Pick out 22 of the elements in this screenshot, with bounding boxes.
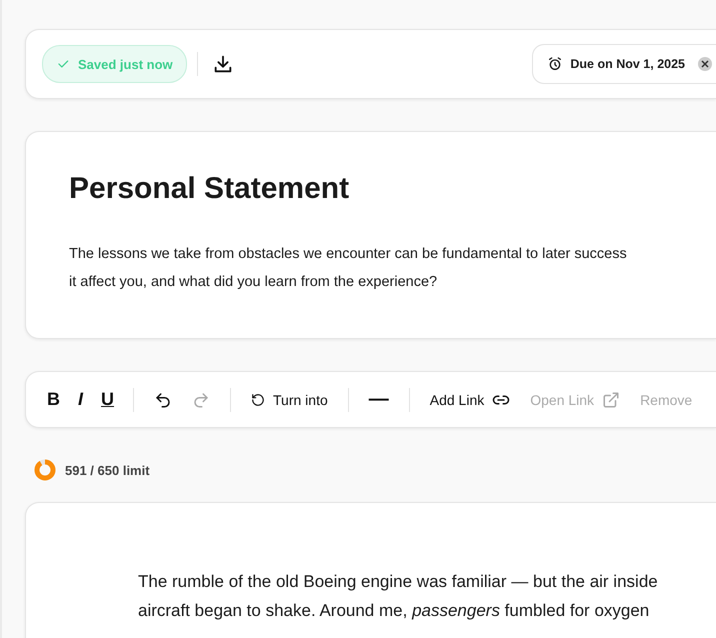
close-icon [701,60,709,68]
alarm-clock-icon [547,56,564,72]
essay-text: The rumble of the old Boeing engine was familiar — but the air inside [138,571,659,593]
prompt-text: The lessons we take from obstacles we encounter can be fundamental to later success [69,245,628,264]
word-count-label: 591 / 650 limit [65,462,150,478]
add-link-button[interactable]: Add Link [420,386,520,412]
prompt-text: it affect you, and what did you learn from the experience? [69,273,438,292]
essay-editor[interactable]: The rumble of the old Boeing engine was familiar — but the air inside aircraft began to shake. Around me, passengers fumbled for oxygen [25,502,716,638]
undo-icon [154,390,172,408]
underline-button[interactable]: U [92,385,124,414]
saved-status-badge: Saved just now [42,45,187,83]
essay-text: aircraft began to shake. Around me, passengers fumbled for oxygen [138,600,650,622]
due-date-chip[interactable]: Due on Nov 1, 2025 [532,44,716,84]
italic-button[interactable]: I [69,385,92,414]
clear-date-button[interactable] [698,57,712,71]
external-link-icon [602,390,620,408]
prompt-title: Personal Statement [69,172,350,206]
redo-icon [192,390,210,408]
turn-into-button[interactable]: Turn into [241,388,338,412]
bold-button[interactable]: B [38,385,69,414]
horizontal-rule-button[interactable]: — [358,384,399,415]
rotate-icon [251,392,266,406]
